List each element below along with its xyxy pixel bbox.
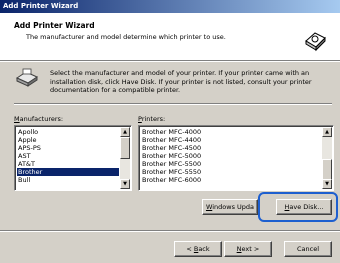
printers-label-text: rinters: [141, 115, 166, 123]
manufacturers-label: Manufacturers: [14, 115, 63, 123]
windows-update-label: indows Upda [212, 203, 255, 211]
windows-update-button[interactable]: Windows Upda [202, 199, 258, 215]
list-item[interactable]: Apple [17, 136, 119, 144]
wizard-body: Select the manufacturer and model of you… [0, 62, 340, 230]
wizard-header: Add Printer Wizard The manufacturer and … [0, 13, 340, 61]
list-item[interactable]: Brother MFC-4000 [141, 128, 321, 136]
list-item[interactable]: Apollo [17, 128, 119, 136]
cancel-button[interactable]: Cancel [284, 241, 332, 257]
printers-label: Printers: [138, 115, 165, 123]
instructions-text: Select the manufacturer and model of you… [50, 69, 312, 94]
header-subtitle: The manufacturer and model determine whi… [26, 33, 226, 41]
manufacturers-list[interactable]: Apollo Apple APS-PS AST AT&T Brother Bul… [14, 125, 132, 191]
list-item[interactable]: AT&T [17, 160, 119, 168]
list-item[interactable]: Bull [17, 176, 119, 184]
manufacturers-scrollbar[interactable]: ▲ ▼ [120, 127, 130, 189]
printer-disk-icon [15, 68, 39, 87]
list-item[interactable]: APS-PS [17, 144, 119, 152]
header-title: Add Printer Wizard [14, 21, 95, 30]
scroll-thumb[interactable] [120, 137, 130, 159]
list-item[interactable]: Brother MFC-5000 [141, 152, 321, 160]
scroll-down-arrow-icon[interactable]: ▼ [322, 179, 332, 189]
printers-list[interactable]: Brother MFC-4000 Brother MFC-4400 Brothe… [138, 125, 334, 191]
list-item[interactable]: AST [17, 152, 119, 160]
manufacturers-label-text: anufacturers: [19, 115, 64, 123]
scroll-thumb[interactable] [322, 159, 332, 181]
scroll-up-arrow-icon[interactable]: ▲ [120, 127, 130, 137]
list-item[interactable]: Brother MFC-6000 [141, 176, 321, 184]
have-disk-label: ave Disk... [289, 203, 324, 211]
back-arrow: < [186, 245, 194, 253]
have-disk-button[interactable]: Have Disk... [276, 199, 332, 215]
scroll-down-arrow-icon[interactable]: ▼ [120, 179, 130, 189]
list-item[interactable]: Brother MFC-4500 [141, 144, 321, 152]
list-item-selected[interactable]: Brother [17, 168, 119, 176]
next-button[interactable]: Next > [224, 241, 272, 257]
window-title: Add Printer Wizard [3, 2, 79, 10]
scroll-up-arrow-icon[interactable]: ▲ [322, 127, 332, 137]
title-bar: Add Printer Wizard [0, 0, 340, 13]
list-item[interactable]: Brother MFC-5550 [141, 168, 321, 176]
printer-wizard-icon [305, 32, 326, 52]
list-item[interactable]: Brother MFC-5500 [141, 160, 321, 168]
printers-scrollbar[interactable]: ▲ ▼ [322, 127, 332, 189]
back-label: ack [198, 245, 210, 253]
list-item[interactable]: Brother MFC-4400 [141, 136, 321, 144]
separator [14, 103, 332, 105]
wizard-footer: < Back Next > Cancel [0, 232, 340, 263]
back-button[interactable]: < Back [174, 241, 222, 257]
next-label: ext > [241, 245, 260, 253]
